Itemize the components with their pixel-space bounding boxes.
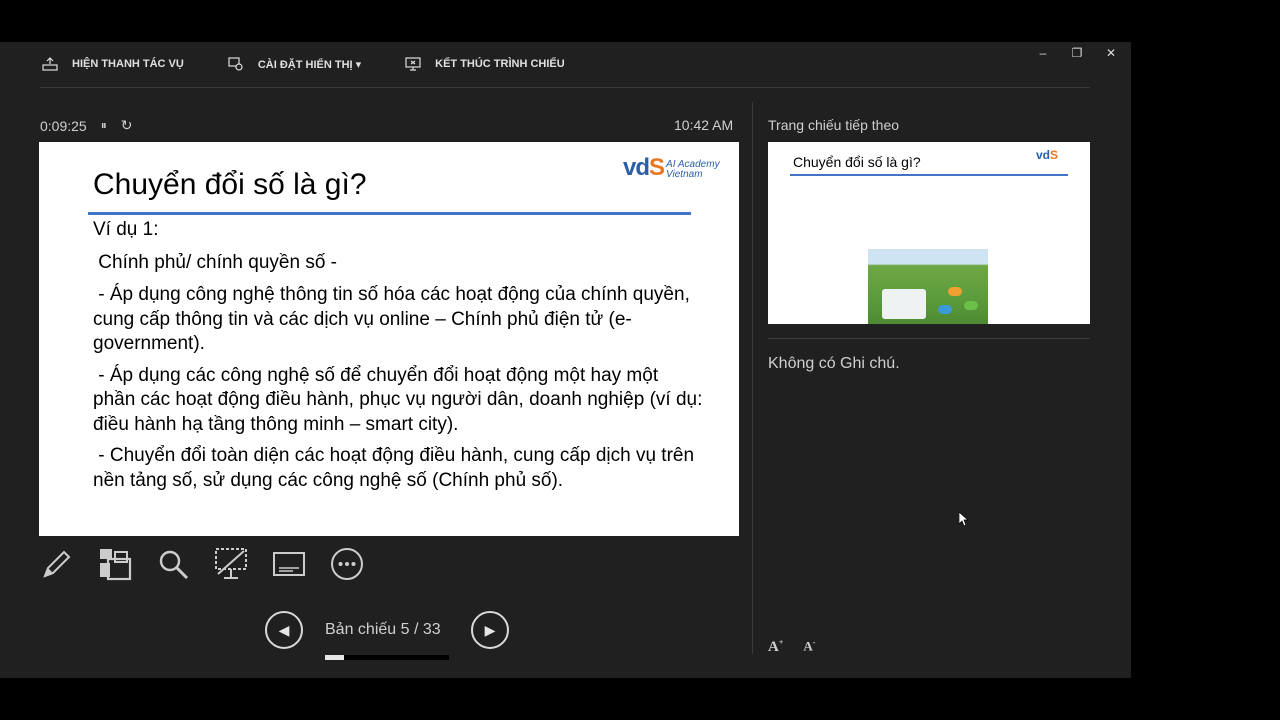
clock: 10:42 AM bbox=[674, 117, 734, 133]
title-underline bbox=[88, 212, 691, 215]
tablet-graphic bbox=[882, 289, 926, 319]
slide-progress-bar bbox=[325, 655, 449, 660]
current-slide[interactable]: Chuyển đổi số là gì? vdS AI Academy Vietn… bbox=[39, 142, 739, 536]
logo-accent: S bbox=[649, 154, 665, 181]
chevron-left-icon: ◀ bbox=[278, 621, 290, 638]
black-screen-button[interactable] bbox=[214, 547, 248, 581]
next-slide-title: Chuyển đổi số là gì? bbox=[793, 154, 921, 170]
taskbar-icon bbox=[42, 57, 58, 71]
speaker-notes: Không có Ghi chú. bbox=[768, 355, 900, 372]
slide-counter-label: Bản chiếu 5 / 33 bbox=[325, 621, 441, 638]
show-taskbar-label: HIỆN THANH TÁC VỤ bbox=[72, 58, 184, 70]
timer: 0:09:25 ⏸ ↻ bbox=[40, 117, 132, 134]
display-settings-button[interactable]: CÀI ĐẶT HIỂN THỊ ▾ bbox=[228, 57, 361, 71]
pen-icon bbox=[43, 550, 71, 578]
see-all-slides-button[interactable] bbox=[98, 547, 132, 581]
next-slide-logo: vdS bbox=[1036, 148, 1059, 162]
slide-paragraph: - Áp dụng các công nghệ số để chuyển đổi… bbox=[93, 364, 708, 435]
zoom-button[interactable] bbox=[156, 547, 190, 581]
grid-icon bbox=[100, 549, 132, 581]
pause-icon[interactable]: ⏸ bbox=[101, 118, 107, 133]
slide-paragraph: Ví dụ 1: bbox=[93, 219, 159, 240]
next-slide-label: Trang chiếu tiếp theo bbox=[768, 117, 900, 133]
ellipsis-icon bbox=[331, 548, 363, 580]
next-slide-preview[interactable]: Chuyển đổi số là gì? vdS bbox=[768, 142, 1090, 324]
presenter-window: – ❐ ✕ HIỆN THANH TÁC VỤ CÀI ĐẶT HIỂN THỊ… bbox=[0, 42, 1131, 678]
toolbar-divider bbox=[40, 87, 1090, 88]
previous-slide-button[interactable]: ◀ bbox=[265, 611, 303, 649]
vds-logo: vdS AI Academy Vietnam bbox=[623, 156, 720, 180]
reset-timer-icon[interactable]: ↻ bbox=[121, 117, 133, 134]
slide-paragraph: Chính phủ/ chính quyền số - bbox=[93, 251, 337, 273]
minimize-button[interactable]: – bbox=[1037, 46, 1049, 60]
mouse-cursor-icon bbox=[959, 512, 969, 526]
smart-farm-image bbox=[868, 249, 988, 324]
restore-button[interactable]: ❐ bbox=[1071, 46, 1083, 60]
next-slide-underline bbox=[790, 174, 1068, 176]
display-settings-label: CÀI ĐẶT HIỂN THỊ ▾ bbox=[257, 58, 362, 71]
slide-progress-fill bbox=[325, 655, 344, 660]
chevron-right-icon: ▶ bbox=[484, 621, 496, 638]
end-show-button[interactable]: KẾT THÚC TRÌNH CHIẾU bbox=[405, 57, 565, 71]
slide-paragraph: - Chuyển đổi toàn diện các hoạt động điề… bbox=[93, 445, 700, 491]
slide-title: Chuyển đổi số là gì? bbox=[93, 168, 367, 201]
show-taskbar-button[interactable]: HIỆN THANH TÁC VỤ bbox=[42, 57, 184, 71]
increase-font-button[interactable]: A+ bbox=[768, 638, 783, 656]
pen-tool-button[interactable] bbox=[40, 547, 74, 581]
slide-tools bbox=[40, 547, 364, 581]
black-screen-icon bbox=[215, 548, 247, 579]
decrease-font-button[interactable]: A- bbox=[803, 638, 815, 656]
more-options-button[interactable] bbox=[330, 547, 364, 581]
panel-divider bbox=[752, 102, 753, 654]
bubble-graphic bbox=[938, 305, 952, 314]
notes-divider bbox=[768, 338, 1090, 339]
elapsed-time: 0:09:25 bbox=[40, 117, 87, 134]
slide-body: Ví dụ 1: Chính phủ/ chính quyền số - - Á… bbox=[93, 218, 703, 500]
subtitles-icon bbox=[273, 552, 305, 576]
end-show-icon bbox=[405, 57, 421, 71]
bubble-graphic bbox=[948, 287, 962, 296]
bubble-graphic bbox=[964, 301, 978, 310]
subtitles-button[interactable] bbox=[272, 547, 306, 581]
window-controls: – ❐ ✕ bbox=[1037, 46, 1117, 60]
logo-line2: Vietnam bbox=[666, 169, 703, 180]
magnifier-icon bbox=[159, 550, 189, 580]
slide-paragraph: - Áp dụng công nghệ thông tin số hóa các… bbox=[93, 284, 696, 354]
logo-main: vd bbox=[623, 154, 650, 181]
slide-navigation: ◀ Bản chiếu 5 / 33 ▶ bbox=[265, 611, 509, 660]
close-button[interactable]: ✕ bbox=[1105, 46, 1117, 60]
next-slide-button[interactable]: ▶ bbox=[471, 611, 509, 649]
end-show-label: KẾT THÚC TRÌNH CHIẾU bbox=[435, 58, 565, 70]
slide-counter[interactable]: Bản chiếu 5 / 33 bbox=[325, 621, 449, 660]
display-settings-icon bbox=[228, 57, 243, 71]
presenter-toolbar: HIỆN THANH TÁC VỤ CÀI ĐẶT HIỂN THỊ ▾ KẾT… bbox=[42, 57, 609, 71]
notes-font-controls: A+ A- bbox=[768, 638, 815, 656]
